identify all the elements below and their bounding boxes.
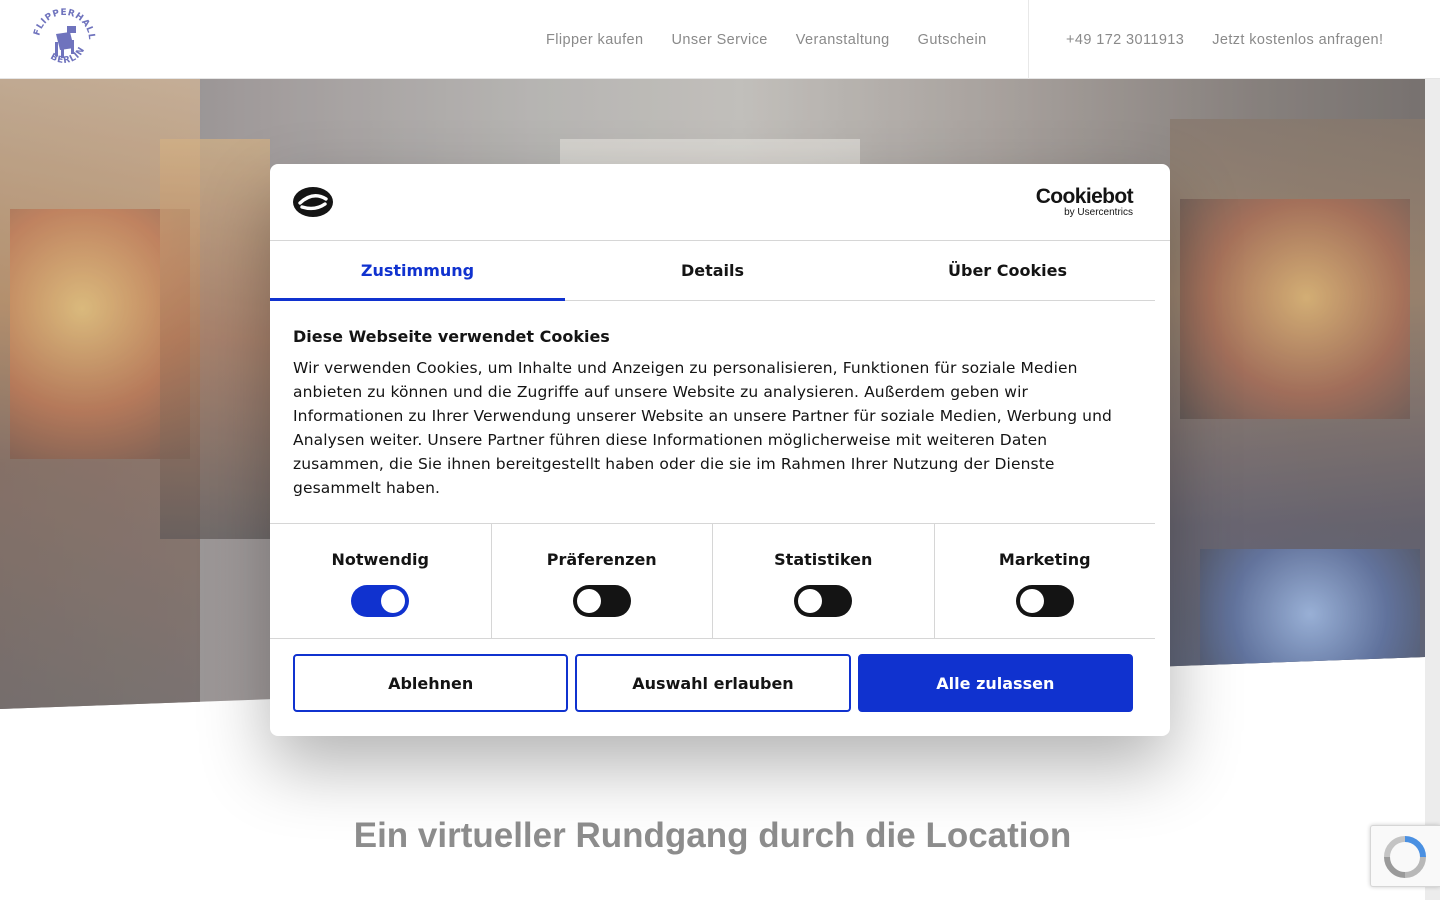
recaptcha-icon xyxy=(1384,836,1426,878)
dialog-title: Diese Webseite verwendet Cookies xyxy=(293,327,610,346)
category-label: Notwendig xyxy=(331,550,429,569)
consent-categories: Notwendig Präferenzen Statistiken Market… xyxy=(270,523,1155,639)
toggle-praeferenzen[interactable] xyxy=(572,585,631,617)
cookiebot-icon xyxy=(293,187,333,217)
dialog-header: Cookiebot by Usercentrics xyxy=(270,164,1170,241)
site-header: FLIPPERHALLE BERLIN Flipper kaufen Unser… xyxy=(0,0,1440,79)
cookiebot-brand[interactable]: Cookiebot by Usercentrics xyxy=(1035,185,1134,218)
phone-link[interactable]: +49 172 3011913 xyxy=(1066,32,1184,48)
dialog-buttons: Ablehnen Auswahl erlauben Alle zulassen xyxy=(293,654,1133,712)
tab-ueber-cookies[interactable]: Über Cookies xyxy=(860,241,1155,300)
header-divider xyxy=(1028,0,1029,79)
nav-gutschein[interactable]: Gutschein xyxy=(918,32,987,48)
toggle-knob xyxy=(576,589,601,613)
nav-flipper-kaufen[interactable]: Flipper kaufen xyxy=(546,32,644,48)
dialog-description: Wir verwenden Cookies, um Inhalte und An… xyxy=(293,359,1112,497)
category-marketing: Marketing xyxy=(935,524,1156,638)
tab-details[interactable]: Details xyxy=(565,241,860,300)
main-nav: Flipper kaufen Unser Service Veranstaltu… xyxy=(546,0,987,79)
brand-subtitle: by Usercentrics xyxy=(1064,207,1133,218)
toggle-knob xyxy=(381,589,406,613)
category-praeferenzen: Präferenzen xyxy=(492,524,713,638)
nav-unser-service[interactable]: Unser Service xyxy=(672,32,768,48)
allow-selection-button[interactable]: Auswahl erlauben xyxy=(575,654,851,712)
cookie-consent-dialog: Cookiebot by Usercentrics Zustimmung Det… xyxy=(270,164,1170,736)
toggle-marketing[interactable] xyxy=(1015,585,1074,617)
section-headline: Ein virtueller Rundgang durch die Locati… xyxy=(353,816,1072,855)
nav-veranstaltung[interactable]: Veranstaltung xyxy=(796,32,890,48)
tab-zustimmung[interactable]: Zustimmung xyxy=(270,241,565,301)
category-label: Marketing xyxy=(998,550,1091,569)
category-notwendig: Notwendig xyxy=(270,524,492,638)
allow-all-button[interactable]: Alle zulassen xyxy=(857,654,1133,712)
brand-name: Cookiebot xyxy=(1035,185,1134,208)
recaptcha-badge[interactable] xyxy=(1370,825,1440,887)
free-inquiry-link[interactable]: Jetzt kostenlos anfragen! xyxy=(1212,32,1383,48)
header-contact: +49 172 3011913 Jetzt kostenlos anfragen… xyxy=(1066,0,1383,79)
page-scrollbar[interactable] xyxy=(1425,79,1440,900)
toggle-statistiken[interactable] xyxy=(794,585,853,617)
category-label: Statistiken xyxy=(774,550,873,569)
toggle-knob xyxy=(798,589,823,613)
decline-button[interactable]: Ablehnen xyxy=(293,654,569,712)
category-label: Präferenzen xyxy=(546,550,657,569)
category-statistiken: Statistiken xyxy=(713,524,935,638)
toggle-notwendig[interactable] xyxy=(351,585,410,617)
dialog-tabs: Zustimmung Details Über Cookies xyxy=(270,241,1155,301)
toggle-knob xyxy=(1019,589,1044,613)
flipperhalle-logo[interactable]: FLIPPERHALLE BERLIN xyxy=(30,6,98,74)
